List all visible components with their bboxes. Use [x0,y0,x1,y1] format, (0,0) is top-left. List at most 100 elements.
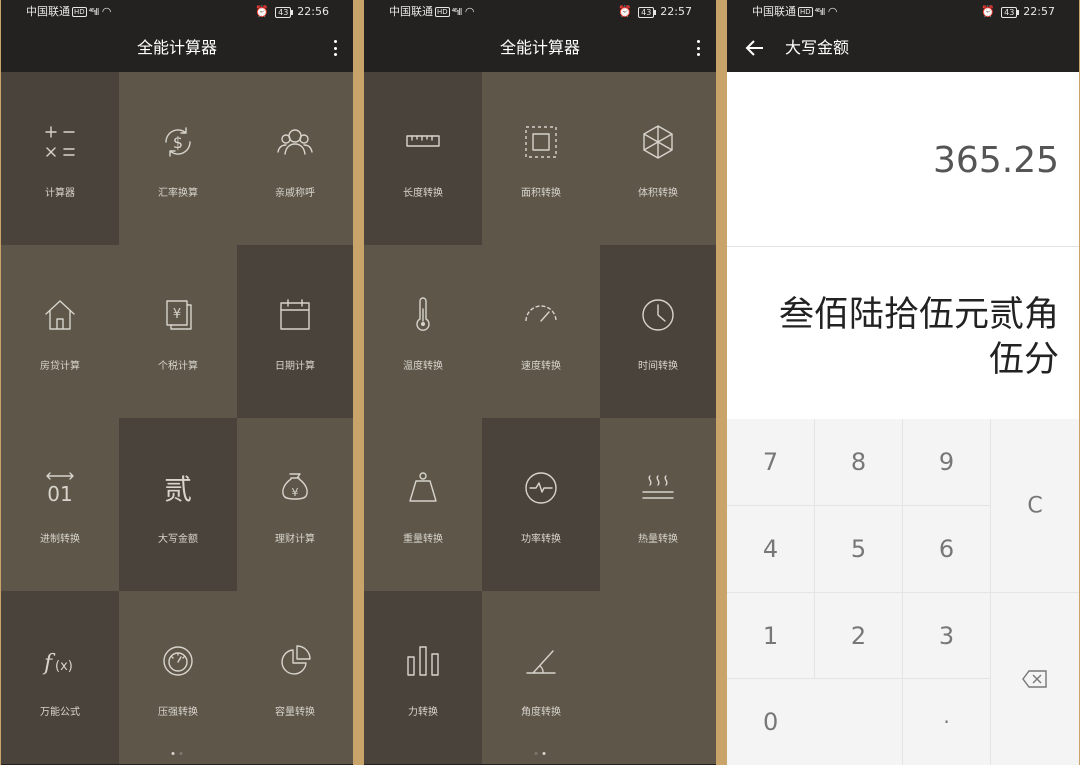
tool-tile-label: 温度转换 [403,361,443,372]
tool-tile-formula[interactable]: f (x) 万能公式 [1,591,119,764]
signal-icon: ⁴⁶ıll [814,8,826,18]
phone-screen-page-1: 中国联通 HD ⁴⁶ıll ◠ ⏰ 43 22:56 全能计算器 计算器 $ 汇率换算 亲… [1,0,353,765]
wifi-icon: ◠ [98,5,112,18]
svg-text:$: $ [173,133,183,152]
key-3[interactable]: 3 [903,593,991,679]
key-2[interactable]: 2 [815,593,903,679]
power-icon [521,468,561,508]
people-group-icon [275,122,315,162]
page-dot-2[interactable] [179,752,183,755]
heat-icon [638,468,678,508]
back-arrow-icon[interactable] [743,36,767,60]
tool-tile-label: 个税计算 [158,361,198,372]
tool-tile-cube[interactable]: 体积转换 [600,72,716,245]
phone-screen-page-2: 中国联通 HD ⁴⁶ıll ◠ ⏰ 43 22:57 全能计算器 长度转换 面积转换 体… [364,0,716,765]
ruler-icon [403,122,443,162]
tool-tile-power[interactable]: 功率转换 [482,418,600,591]
key-4[interactable]: 4 [727,506,815,593]
key-5[interactable]: 5 [815,506,903,593]
tool-tile-pressure-gauge[interactable]: 压强转换 [119,591,237,764]
tool-tile-binary[interactable]: 01 进制转换 [1,418,119,591]
hd-badge: HD [72,7,87,17]
wifi-icon: ◠ [824,5,838,18]
page-indicator [534,752,546,755]
tool-tile-label: 体积转换 [638,188,678,199]
tool-tile-label: 力转换 [408,707,438,718]
key-9[interactable]: 9 [903,419,991,506]
number-keypad: 7 8 9 C 4 5 6 1 2 3 0 · [727,419,1079,765]
phone-screen-amount-converter: 中国联通 HD ⁴⁶ıll ◠ ⏰ 43 22:57 大写金额 365.25 叁佰陆… [727,0,1079,765]
tool-tile-label: 速度转换 [521,361,561,372]
svg-text:¥: ¥ [292,486,299,499]
key-1[interactable]: 1 [727,593,815,679]
tool-tile-label: 日期计算 [275,361,315,372]
amount-in-words: 叁佰陆拾伍元贰角伍分 [778,295,1059,380]
money-bag-icon: ¥ [275,468,315,508]
tool-tile-speedometer[interactable]: 速度转换 [482,245,600,418]
signal-icon: ⁴⁶ıll [451,8,463,18]
cube-icon [638,122,678,162]
empty-tile [600,591,716,764]
key-0[interactable]: 0 [727,679,903,765]
page-dot-1[interactable] [534,752,538,755]
tool-tile-weight[interactable]: 重量转换 [364,418,482,591]
page-indicator [171,752,183,755]
svg-text:01: 01 [47,482,72,506]
tool-tile-label: 时间转换 [638,361,678,372]
tool-tile-calendar[interactable]: 日期计算 [237,245,353,418]
pressure-gauge-icon [158,641,198,681]
tool-grid-page-2: 长度转换 面积转换 体积转换温度转换 速度转换 时间转换重量转换 功率转换 热量转换力转换 角… [364,72,716,765]
clock-icon [638,295,678,335]
tool-tile-label: 热量转换 [638,534,678,545]
tool-tile-label: 计算器 [45,188,75,199]
tool-tile-house[interactable]: 房贷计算 [1,245,119,418]
tool-grid-page-1: 计算器 $ 汇率换算 亲戚称呼 房贷计算 ¥ 个税计算 日期计算 01 进制转换 贰大写金额 ¥ 理财计… [1,72,353,765]
tool-tile-money-bag[interactable]: ¥ 理财计算 [237,418,353,591]
formula-icon: f (x) [40,641,80,681]
tool-tile-clock[interactable]: 时间转换 [600,245,716,418]
app-title: 全能计算器 [136,38,217,57]
backspace-button[interactable] [991,593,1079,765]
decimal-point-key[interactable]: · [903,679,991,765]
page-dot-1[interactable] [171,752,175,755]
status-bar: 中国联通 HD ⁴⁶ıll ◠ ⏰ 43 22:56 [1,0,353,24]
svg-text:贰: 贰 [164,473,192,506]
app-bar: 大写金额 [727,24,1079,72]
force-bars-icon [403,641,443,681]
tool-tile-ruler[interactable]: 长度转换 [364,72,482,245]
thermometer-icon [403,295,443,335]
tool-tile-label: 大写金额 [158,534,198,545]
tool-tile-angle[interactable]: 角度转换 [482,591,600,764]
clear-button[interactable]: C [991,419,1079,593]
angle-icon [521,641,561,681]
tool-tile-thermometer[interactable]: 温度转换 [364,245,482,418]
currency-exchange-icon: $ [158,122,198,162]
more-options-icon[interactable] [333,40,337,56]
tool-tile-uppercase-amount[interactable]: 贰大写金额 [119,418,237,591]
area-icon [521,122,561,162]
page-dot-2[interactable] [542,752,546,755]
tool-tile-label: 万能公式 [40,707,80,718]
tool-tile-label: 亲戚称呼 [275,188,315,199]
tool-tile-label: 容量转换 [275,707,315,718]
tool-tile-label: 角度转换 [521,707,561,718]
tool-tile-pie-chart[interactable]: 容量转换 [237,591,353,764]
key-6[interactable]: 6 [903,506,991,593]
tool-tile-tax-document[interactable]: ¥ 个税计算 [119,245,237,418]
tool-tile-plus-minus-times-equals[interactable]: 计算器 [1,72,119,245]
tool-tile-label: 长度转换 [403,188,443,199]
tool-tile-area[interactable]: 面积转换 [482,72,600,245]
tool-tile-label: 面积转换 [521,188,561,199]
speedometer-icon [521,295,561,335]
key-8[interactable]: 8 [815,419,903,506]
carrier-label: 中国联通 HD ⁴⁶ıll ◠ [26,5,112,18]
tool-tile-heat[interactable]: 热量转换 [600,418,716,591]
key-7[interactable]: 7 [727,419,815,506]
tool-tile-currency-exchange[interactable]: $ 汇率换算 [119,72,237,245]
hd-badge: HD [798,7,813,17]
clock-time: 22:57 [660,5,692,18]
more-options-icon[interactable] [696,40,700,56]
tool-tile-force-bars[interactable]: 力转换 [364,591,482,764]
tool-tile-people-group[interactable]: 亲戚称呼 [237,72,353,245]
alarm-icon: ⏰ [255,5,270,18]
